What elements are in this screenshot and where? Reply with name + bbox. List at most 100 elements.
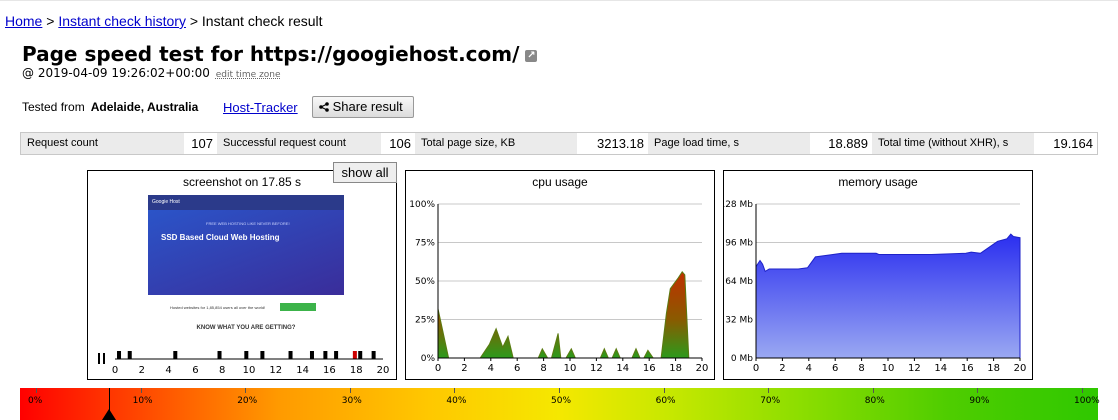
screenshot-frame-marker[interactable] <box>309 351 314 359</box>
screenshot-timeline-tick-label: 18 <box>350 365 363 376</box>
screenshot-timeline[interactable]: 0 2 4 6 8 10 12 14 16 18 20 <box>88 341 398 381</box>
breadcrumb-home-link[interactable]: Home <box>5 13 42 29</box>
screenshot-headline: SSD Based Cloud Web Hosting <box>161 233 280 242</box>
screenshot-panel: screenshot on 17.85 s Googie Host FREE W… <box>87 170 397 380</box>
memory-x-tick-label: 0 <box>753 363 759 374</box>
cpu-y-tick-label: 75% <box>415 239 435 249</box>
cpu-x-tick-label: 8 <box>540 363 546 374</box>
memory-area-series <box>755 233 1021 359</box>
memory-x-tick-label: 4 <box>806 363 812 374</box>
screenshot-timeline-tick-label: 4 <box>165 365 171 376</box>
screenshot-logo: Googie Host <box>152 199 180 205</box>
host-tracker-link[interactable]: Host-Tracker <box>223 100 298 115</box>
stat-page-size-value: 3213.18 <box>597 136 644 151</box>
cpu-chart: 100% 75% 50% 25% 0%0 2 4 6 8 10 12 14 16 18 20 <box>409 200 709 374</box>
screenshot-timeline-tick-label: 20 <box>377 365 390 376</box>
breadcrumb-history-link[interactable]: Instant check history <box>58 13 186 29</box>
memory-panel: memory usage 128 Mb 96 Mb 64 Mb 32 Mb 0 Mb0 2… <box>723 170 1033 380</box>
screenshot-frame-marker[interactable] <box>173 351 178 359</box>
scale-tick-label: 80% <box>864 396 885 406</box>
scale-tick <box>663 388 665 393</box>
scale-tick-label: 30% <box>341 396 362 406</box>
screenshot-timeline-tick-label: 0 <box>112 365 118 376</box>
page-screenshot[interactable]: Googie Host FREE WEB HOSTING LIKE NEVER … <box>148 195 344 338</box>
cpu-x-tick-label: 12 <box>590 363 603 374</box>
screenshot-frame-marker[interactable] <box>334 351 339 359</box>
pause-icon[interactable] <box>98 353 105 364</box>
show-all-button[interactable]: show all <box>333 162 397 183</box>
screenshot-frame-marker[interactable] <box>323 351 328 359</box>
memory-x-tick-label: 10 <box>882 363 895 374</box>
memory-x-tick-label: 6 <box>832 363 838 374</box>
scale-tick <box>454 388 456 393</box>
page-title: Page speed test for https://googiehost.c… <box>22 42 520 66</box>
page-title-block: Page speed test for https://googiehost.c… <box>22 42 538 66</box>
score-marker-icon <box>102 409 117 420</box>
cpu-x-tick-label: 20 <box>696 363 709 374</box>
screenshot-frame-marker[interactable] <box>217 351 222 359</box>
screenshot-timeline-tick-label: 10 <box>243 365 256 376</box>
memory-x-tick-label: 2 <box>779 363 785 374</box>
check-timestamp: @ 2019-04-09 19:26:02+00:00 <box>22 66 210 80</box>
scale-tick-label: 90% <box>969 396 990 406</box>
scale-tick <box>245 388 247 393</box>
external-link-icon[interactable]: ↗ <box>525 49 538 62</box>
memory-y-tick-label: 32 Mb <box>725 316 753 326</box>
tested-from-label: Tested from <box>22 100 85 114</box>
scale-tick-label: 60% <box>655 396 676 406</box>
edit-time-zone-link[interactable]: edit time zone <box>216 70 281 80</box>
cpu-x-tick-label: 16 <box>643 363 656 374</box>
screenshot-frame-marker[interactable] <box>260 351 265 359</box>
scale-tick-label: 70% <box>760 396 781 406</box>
stat-load-time-label: Page load time, s <box>648 133 810 154</box>
scale-tick-label: 40% <box>446 396 467 406</box>
scale-tick <box>872 388 874 393</box>
memory-y-tick-label: 128 Mb <box>724 200 753 210</box>
memory-x-tick-label: 16 <box>961 363 974 374</box>
cpu-x-tick-label: 14 <box>616 363 629 374</box>
stat-total-time-label: Total time (without XHR), s <box>872 133 1034 154</box>
screenshot-frame-marker[interactable] <box>117 351 122 359</box>
screenshot-frame-marker[interactable] <box>288 351 293 359</box>
screenshot-timeline-tick-label: 2 <box>139 365 145 376</box>
scale-tick <box>768 388 770 393</box>
share-icon <box>319 102 329 112</box>
scale-tick <box>349 388 351 393</box>
screenshot-frame-marker[interactable] <box>352 351 357 359</box>
memory-y-tick-label: 0 Mb <box>731 354 753 364</box>
screenshot-tagline: FREE WEB HOSTING LIKE NEVER BEFORE! <box>206 221 290 226</box>
scale-tick <box>140 388 142 393</box>
screenshot-frame-marker[interactable] <box>127 351 132 359</box>
screenshot-timeline-tick-label: 6 <box>192 365 198 376</box>
memory-x-tick-label: 14 <box>934 363 947 374</box>
screenshot-timeline-tick-label: 14 <box>296 365 309 376</box>
check-timestamp-block: @ 2019-04-09 19:26:02+00:00 edit time zo… <box>22 66 281 80</box>
screenshot-frame-marker[interactable] <box>371 351 376 359</box>
tested-from: Tested from Adelaide, Australia <box>22 100 198 114</box>
screenshot-frame-marker[interactable] <box>358 351 363 359</box>
scale-tick-label: 0% <box>28 396 43 406</box>
screenshot-timeline-tick-label: 16 <box>323 365 336 376</box>
scale-tick <box>977 388 979 393</box>
breadcrumb-separator: > <box>46 13 55 29</box>
cpu-y-tick-label: 25% <box>415 316 435 326</box>
memory-y-tick-label: 64 Mb <box>725 277 753 287</box>
screenshot-hosted-text: Hosted websites for 1,85,854 users all o… <box>170 305 266 310</box>
cpu-x-tick-label: 10 <box>564 363 577 374</box>
stat-request-count-label: Request count <box>21 133 184 154</box>
cpu-title: cpu usage <box>532 175 588 189</box>
screenshot-green-button <box>280 303 316 311</box>
stat-load-time-value: 18.889 <box>828 136 868 151</box>
scale-tick <box>36 388 37 393</box>
share-result-button[interactable]: Share result <box>312 96 414 118</box>
memory-x-tick-label: 8 <box>858 363 864 374</box>
stat-page-size-label: Total page size, KB <box>415 133 577 154</box>
screenshot-frame-marker[interactable] <box>244 351 249 359</box>
memory-x-tick-label: 20 <box>1014 363 1027 374</box>
scale-tick-label: 50% <box>551 396 572 406</box>
cpu-y-tick-label: 50% <box>415 277 435 287</box>
scale-tick-label: 100% <box>1074 396 1100 406</box>
top-border <box>0 0 1118 4</box>
stat-successful-label: Successful request count <box>217 133 381 154</box>
share-result-label: Share result <box>332 99 403 114</box>
